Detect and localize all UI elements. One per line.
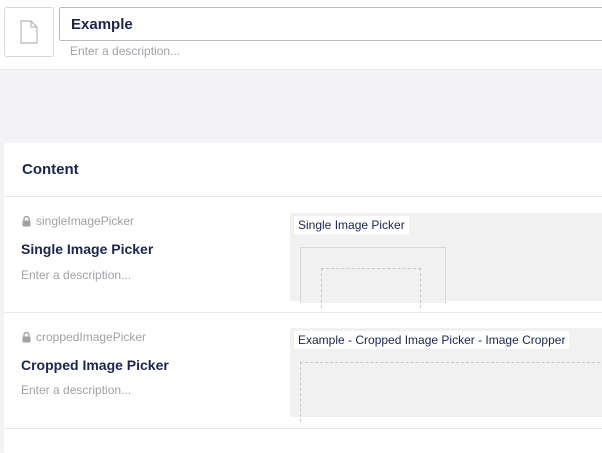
property-label[interactable]: Cropped Image Picker <box>21 357 169 373</box>
document-icon-button[interactable] <box>4 7 54 57</box>
property-label[interactable]: Single Image Picker <box>21 241 153 257</box>
property-alias[interactable]: singleImagePicker <box>22 214 134 228</box>
property-alias-text: singleImagePicker <box>36 214 135 228</box>
group-header: Content <box>4 143 602 197</box>
image-cropper-drop-area[interactable] <box>300 362 602 422</box>
lock-icon[interactable] <box>22 215 31 227</box>
cropped-image-picker-editor[interactable]: Example - Cropped Image Picker - Image C… <box>290 328 602 422</box>
property-row-cropped-image-picker: croppedImagePicker Cropped Image Picker … <box>4 313 602 429</box>
page-header <box>0 0 602 70</box>
property-description[interactable]: Enter a description... <box>21 383 131 397</box>
single-image-picker-editor[interactable]: Single Image Picker <box>290 213 602 308</box>
editor-label: Single Image Picker <box>294 216 409 234</box>
lock-icon[interactable] <box>22 331 31 343</box>
name-input[interactable] <box>59 7 602 41</box>
editor-label: Example - Cropped Image Picker - Image C… <box>294 331 570 349</box>
property-alias[interactable]: croppedImagePicker <box>22 330 146 344</box>
image-drop-area[interactable] <box>321 268 421 308</box>
group-title: Content <box>22 161 79 178</box>
image-picker-placeholder[interactable] <box>300 247 446 308</box>
document-icon <box>20 20 38 44</box>
content-group: Content singleImagePicker Single Image P… <box>4 143 602 453</box>
property-description[interactable]: Enter a description... <box>21 268 131 282</box>
property-alias-text: croppedImagePicker <box>36 330 147 344</box>
description-input[interactable] <box>70 43 570 59</box>
property-row-single-image-picker: singleImagePicker Single Image Picker En… <box>4 198 602 313</box>
